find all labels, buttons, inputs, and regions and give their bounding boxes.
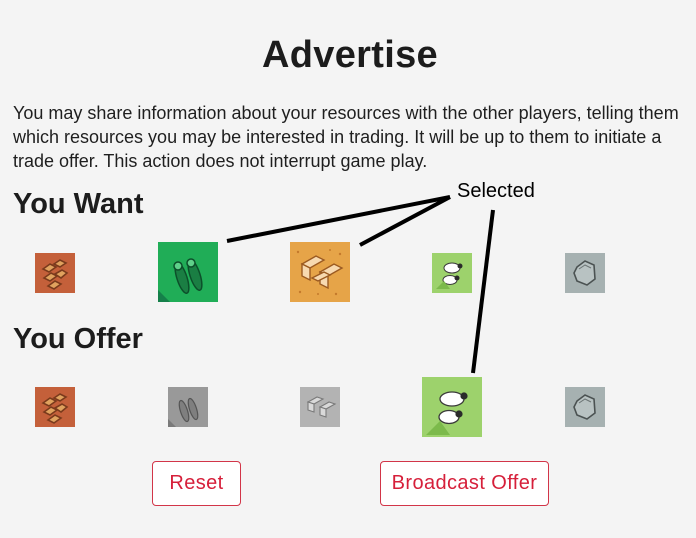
offer-grain-tile-disabled [300, 387, 340, 427]
wheat-icon [300, 387, 340, 427]
offer-wood-tile-disabled [168, 387, 208, 427]
wood-icon [168, 387, 208, 427]
page-title: Advertise [262, 34, 438, 76]
wheat-icon [290, 242, 350, 302]
brick-icon [35, 387, 75, 427]
stone-icon [565, 253, 605, 293]
want-sheep-tile[interactable] [432, 253, 472, 293]
you-offer-heading: You Offer [13, 323, 143, 355]
want-brick-tile[interactable] [35, 253, 75, 293]
you-want-heading: You Want [13, 188, 144, 220]
selected-annotation-label: Selected [457, 180, 535, 202]
want-ore-tile[interactable] [565, 253, 605, 293]
offer-sheep-tile[interactable] [422, 377, 482, 437]
stone-icon [565, 387, 605, 427]
want-grain-tile[interactable] [290, 242, 350, 302]
brick-icon [35, 253, 75, 293]
sheep-icon [422, 377, 482, 437]
sheep-icon [432, 253, 472, 293]
description-text: You may share information about your res… [13, 103, 679, 171]
offer-ore-tile[interactable] [565, 387, 605, 427]
want-wood-tile[interactable] [158, 242, 218, 302]
offer-brick-tile[interactable] [35, 387, 75, 427]
advertise-dialog: Advertise You may share information abou… [0, 0, 696, 538]
wood-icon [158, 242, 218, 302]
broadcast-offer-button[interactable]: Broadcast Offer [380, 461, 549, 506]
reset-button[interactable]: Reset [152, 461, 241, 506]
